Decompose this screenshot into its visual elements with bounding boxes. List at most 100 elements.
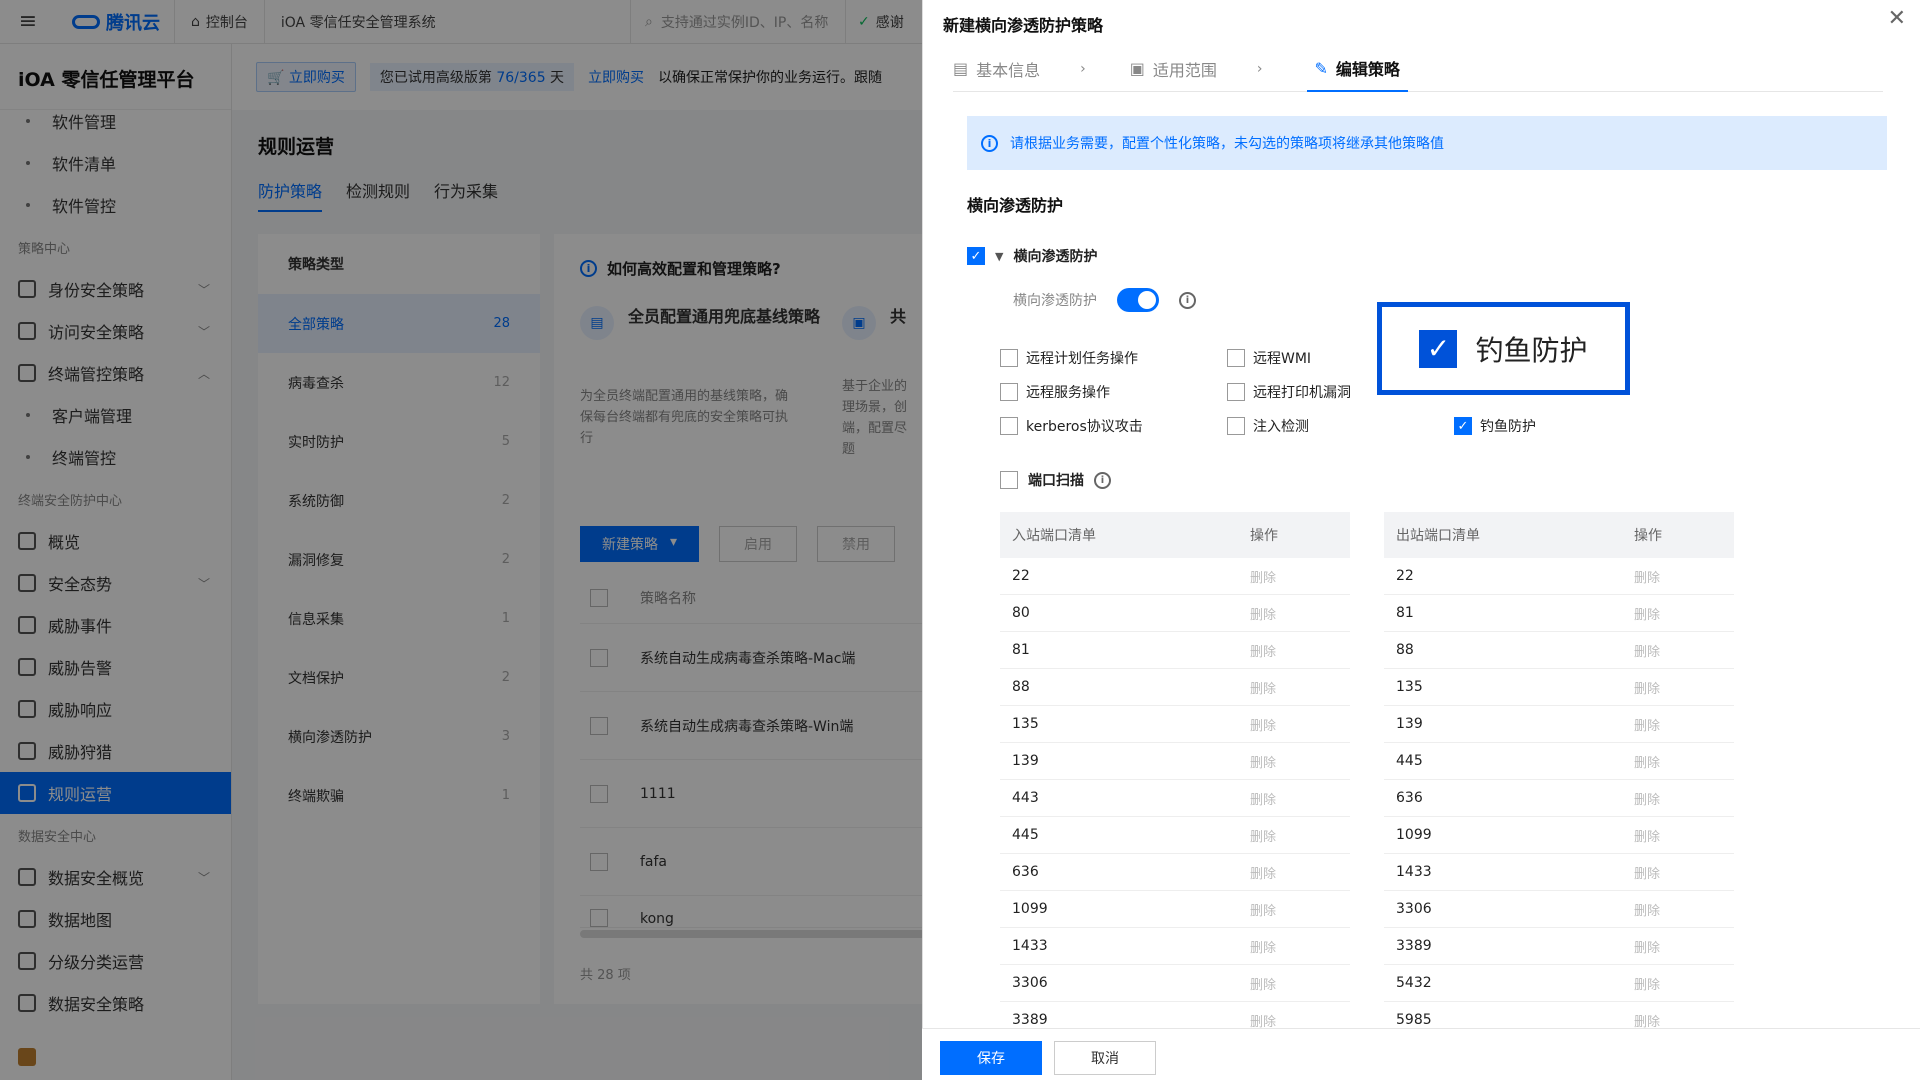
delete-link[interactable]: 删除 xyxy=(1634,826,1660,845)
step-label: 基本信息 xyxy=(976,60,1041,80)
pencil-icon: ✎ xyxy=(1314,58,1328,78)
table-header: 入站端口清单 操作 xyxy=(1000,512,1350,558)
caret-down-icon[interactable]: ▼ xyxy=(995,250,1003,263)
master-option[interactable]: ✓ ▼ 横向渗透防护 xyxy=(967,246,1097,266)
option-checkbox[interactable] xyxy=(1227,383,1245,401)
option-remote-service[interactable]: 远程服务操作 xyxy=(1000,382,1110,402)
phishing-callout: ✓ 钓鱼防护 xyxy=(1377,302,1630,395)
port-value: 88 xyxy=(1396,642,1414,658)
option-label: 钓鱼防护 xyxy=(1480,419,1536,435)
delete-link[interactable]: 删除 xyxy=(1634,567,1660,586)
option-checkbox[interactable] xyxy=(1000,349,1018,367)
option-checkbox[interactable] xyxy=(1000,383,1018,401)
col-inbound: 入站端口清单 xyxy=(1012,528,1096,544)
option-checkbox[interactable] xyxy=(1227,417,1245,435)
notice-banner: i 请根据业务需要，配置个性化策略，未勾选的策略项将继承其他策略值 xyxy=(967,116,1887,170)
step-basic-info[interactable]: ▤ 基本信息 xyxy=(953,46,1040,92)
table-row: 22 删除 xyxy=(1384,558,1734,595)
port-value: 445 xyxy=(1012,827,1039,843)
option-checkbox[interactable]: ✓ xyxy=(1454,417,1472,435)
port-value: 636 xyxy=(1396,790,1423,806)
delete-link[interactable]: 删除 xyxy=(1250,789,1276,808)
delete-link[interactable]: 删除 xyxy=(1250,604,1276,623)
port-value: 80 xyxy=(1012,605,1030,621)
port-value: 135 xyxy=(1012,716,1039,732)
port-value: 22 xyxy=(1012,568,1030,584)
delete-link[interactable]: 删除 xyxy=(1634,715,1660,734)
cancel-button[interactable]: 取消 xyxy=(1054,1041,1156,1075)
table-row: 135 删除 xyxy=(1384,669,1734,706)
delete-link[interactable]: 删除 xyxy=(1250,715,1276,734)
port-value: 139 xyxy=(1396,716,1423,732)
port-scan-label: 端口扫描 xyxy=(1028,473,1084,489)
option-label: 远程服务操作 xyxy=(1026,385,1110,401)
modal-overlay[interactable] xyxy=(0,0,922,1080)
delete-link[interactable]: 删除 xyxy=(1250,826,1276,845)
port-value: 3306 xyxy=(1396,901,1432,917)
port-scan-option[interactable]: 端口扫描 i xyxy=(1000,470,1111,490)
inbound-port-table: 入站端口清单 操作 22 删除 80 删除 81 删除 88 删除 135 删除 139 删除 443 删除… xyxy=(1000,512,1350,1039)
notice-text: 请根据业务需要，配置个性化策略，未勾选的策略项将继承其他策略值 xyxy=(1010,136,1444,152)
port-value: 5985 xyxy=(1396,1012,1432,1028)
delete-link[interactable]: 删除 xyxy=(1250,900,1276,919)
save-button[interactable]: 保存 xyxy=(940,1041,1042,1075)
step-label: 适用范围 xyxy=(1152,60,1217,80)
col-op: 操作 xyxy=(1634,528,1662,544)
callout-checkbox-icon: ✓ xyxy=(1419,329,1458,368)
option-print-spooler[interactable]: 远程打印机漏洞 xyxy=(1227,382,1351,402)
step-nav: ▤ 基本信息 › ▣ 适用范围 › ✎ 编辑策略 xyxy=(953,46,1883,92)
protection-toggle[interactable] xyxy=(1117,288,1159,312)
delete-link[interactable]: 删除 xyxy=(1634,974,1660,993)
table-row: 22 删除 xyxy=(1000,558,1350,595)
table-row: 81 删除 xyxy=(1000,632,1350,669)
option-label: 注入检测 xyxy=(1253,419,1309,435)
option-kerberos[interactable]: kerberos协议攻击 xyxy=(1000,416,1143,436)
delete-link[interactable]: 删除 xyxy=(1634,863,1660,882)
delete-link[interactable]: 删除 xyxy=(1250,974,1276,993)
delete-link[interactable]: 删除 xyxy=(1634,604,1660,623)
delete-link[interactable]: 删除 xyxy=(1250,752,1276,771)
delete-link[interactable]: 删除 xyxy=(1250,678,1276,697)
option-remote-wmi[interactable]: 远程WMI xyxy=(1227,348,1311,368)
option-label: 远程打印机漏洞 xyxy=(1253,385,1351,401)
table-row: 135 删除 xyxy=(1000,706,1350,743)
delete-link[interactable]: 删除 xyxy=(1634,678,1660,697)
port-value: 81 xyxy=(1012,642,1030,658)
close-icon[interactable]: ✕ xyxy=(1888,6,1906,31)
col-op: 操作 xyxy=(1250,528,1278,544)
option-remote-task[interactable]: 远程计划任务操作 xyxy=(1000,348,1138,368)
option-injection[interactable]: 注入检测 xyxy=(1227,416,1309,436)
delete-link[interactable]: 删除 xyxy=(1634,1011,1660,1030)
master-checkbox[interactable]: ✓ xyxy=(967,247,985,265)
delete-link[interactable]: 删除 xyxy=(1250,937,1276,956)
step-edit-policy[interactable]: ✎ 编辑策略 xyxy=(1306,46,1408,92)
delete-link[interactable]: 删除 xyxy=(1250,863,1276,882)
delete-link[interactable]: 删除 xyxy=(1250,567,1276,586)
table-row: 80 删除 xyxy=(1000,595,1350,632)
info-icon: i xyxy=(981,134,998,152)
option-phishing[interactable]: ✓ 钓鱼防护 xyxy=(1454,416,1536,436)
table-row: 445 删除 xyxy=(1384,743,1734,780)
table-row: 88 删除 xyxy=(1384,632,1734,669)
delete-link[interactable]: 删除 xyxy=(1250,641,1276,660)
info-icon[interactable]: i xyxy=(1179,291,1196,309)
info-icon[interactable]: i xyxy=(1094,471,1111,489)
table-row: 81 删除 xyxy=(1384,595,1734,632)
port-value: 443 xyxy=(1012,790,1039,806)
port-value: 1433 xyxy=(1396,864,1432,880)
port-value: 22 xyxy=(1396,568,1414,584)
delete-link[interactable]: 删除 xyxy=(1634,641,1660,660)
step-scope[interactable]: ▣ 适用范围 xyxy=(1130,46,1217,92)
col-outbound: 出站端口清单 xyxy=(1396,528,1480,544)
table-row: 1433 删除 xyxy=(1384,854,1734,891)
delete-link[interactable]: 删除 xyxy=(1634,937,1660,956)
option-checkbox[interactable] xyxy=(1000,417,1018,435)
delete-link[interactable]: 删除 xyxy=(1250,1011,1276,1030)
option-checkbox[interactable] xyxy=(1227,349,1245,367)
drawer-footer: 保存 取消 xyxy=(922,1028,1920,1080)
table-row: 3389 删除 xyxy=(1384,928,1734,965)
port-scan-checkbox[interactable] xyxy=(1000,471,1018,489)
delete-link[interactable]: 删除 xyxy=(1634,789,1660,808)
delete-link[interactable]: 删除 xyxy=(1634,900,1660,919)
delete-link[interactable]: 删除 xyxy=(1634,752,1660,771)
